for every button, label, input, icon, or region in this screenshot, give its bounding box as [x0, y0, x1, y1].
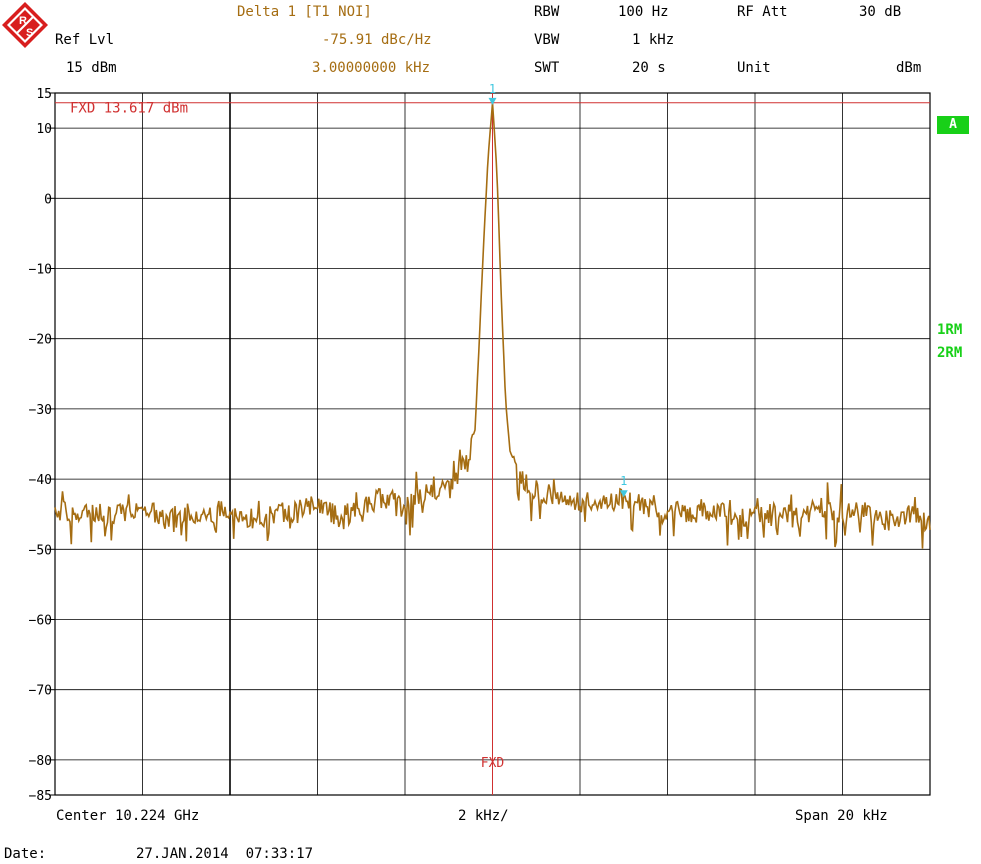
y-tick-label: −85	[29, 789, 52, 804]
y-tick-label: −30	[29, 403, 52, 418]
y-tick-label: −60	[29, 614, 52, 629]
frequency-per-division: 2 kHz/	[458, 808, 509, 824]
marker-label: 1	[620, 474, 627, 488]
spectrum-plot: 15 10 0 −10 −20 −30 −40 −50 −60 −70 −80 −85 FXD 13.…	[29, 82, 931, 804]
fxd-level-label: FXD 13.617 dBm	[70, 101, 188, 117]
y-tick-label: −20	[29, 333, 52, 348]
y-tick-label: −40	[29, 473, 52, 488]
marker-label: 1	[489, 82, 496, 96]
y-tick-label: 0	[44, 192, 52, 207]
y-tick-label: −50	[29, 543, 52, 558]
date-label: Date:	[4, 846, 47, 862]
marker-triangle	[488, 97, 497, 105]
y-tick-label: −10	[29, 263, 52, 278]
y-tick-labels: 15 10 0 −10 −20 −30 −40 −50 −60 −70 −80 −85	[29, 87, 55, 804]
frequency-span: Span 20 kHz	[795, 808, 888, 824]
y-tick-label: 15	[36, 87, 52, 102]
center-frequency: Center 10.224 GHz	[56, 808, 200, 824]
y-tick-label: 10	[36, 122, 52, 137]
date-value: 27.JAN.2014 07:33:17	[136, 846, 314, 862]
y-tick-label: −70	[29, 684, 52, 699]
y-tick-label: −80	[29, 754, 52, 769]
fxd-frequency-label: FXD	[481, 756, 505, 771]
